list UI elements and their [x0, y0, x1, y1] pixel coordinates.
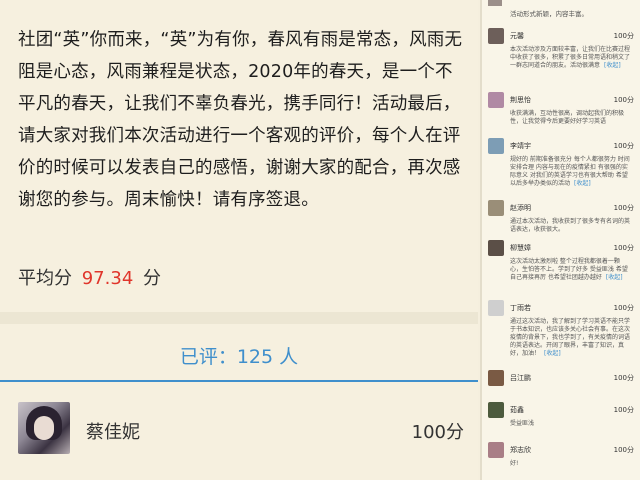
- review-score: 100分: [613, 406, 634, 414]
- review-score: 100分: [613, 96, 634, 104]
- reviewer-name: 元馨: [510, 32, 524, 40]
- average-score-value: 97.34: [81, 268, 134, 289]
- review-list-panel[interactable]: 活动形式新颖，内容丰富。 元馨 100分 本次活动涉及方面较丰富，让我们在比赛过…: [480, 0, 640, 480]
- avatar: [488, 138, 504, 154]
- review-score: 100分: [411, 422, 464, 443]
- reviewer-name: 郑志欣: [510, 446, 531, 454]
- activity-summary-panel: 社团“英”你而来，“英”为有你，春风有雨是常态，风雨无阻是心态，风雨兼程是状态，…: [0, 0, 478, 480]
- review-score: 100分: [613, 374, 634, 382]
- collapse-link[interactable]: [收起]: [544, 350, 561, 357]
- avatar: [488, 200, 504, 216]
- review-text: 活动形式新颖，内容丰富。: [510, 10, 588, 18]
- avatar: [488, 240, 504, 256]
- review-score: 100分: [613, 142, 634, 150]
- review-text: 规好的 前期准备很充分 每个人都很努力 时间安排合理 内容与现在的疫情紧扣 有很…: [510, 156, 630, 187]
- average-label: 平均分: [18, 268, 72, 289]
- review-text: 好!: [510, 460, 519, 467]
- reviewer-name: 柳慧嫜: [510, 244, 531, 252]
- review-score: 100分: [613, 244, 634, 252]
- reviewer-name: 赵添明: [510, 204, 531, 212]
- review-score: 100分: [613, 32, 634, 40]
- review-list-item[interactable]: 蔡佳妮 100分: [0, 396, 478, 466]
- reviewer-name: 蔡佳妮: [86, 422, 140, 443]
- review-text: 受益匪浅: [510, 420, 535, 427]
- reviewer-name: 吕江鹏: [510, 374, 531, 382]
- collapse-link[interactable]: [收起]: [604, 62, 621, 69]
- average-unit: 分: [143, 268, 161, 289]
- avatar: [18, 402, 70, 454]
- avatar: [488, 442, 504, 458]
- review-text: 通过这次活动，我了解到了学习英语不能只学于书本知识，也应该多关心社会有事。在这次…: [510, 318, 631, 357]
- avatar: [488, 92, 504, 108]
- reviewer-name: 李靖宇: [510, 142, 531, 150]
- collapse-link[interactable]: [收起]: [574, 180, 591, 187]
- reviewer-name: 荆思怡: [510, 96, 531, 104]
- reviewer-name: 丁雨若: [510, 304, 531, 312]
- avatar: [488, 300, 504, 316]
- avatar: [488, 370, 504, 386]
- average-score: 平均分 97.34 分: [18, 264, 161, 290]
- review-text: 这次活动太激烈啦 整个过程我都很着一颗心，生怕答不上。学到了好多 受益匪浅 希望…: [510, 258, 628, 281]
- avatar: [488, 28, 504, 44]
- review-text: 收获满满，互动性很高，调动起我们的积极性，让我觉得今后更要好好学习英语: [510, 110, 625, 125]
- review-score: 100分: [613, 304, 634, 312]
- section-divider: [0, 312, 478, 324]
- review-text: 通过本次活动，我收获到了很多专有名词的英语表达，收获很大。: [510, 218, 631, 233]
- avatar: [488, 0, 502, 6]
- rated-count-tab[interactable]: 已评：125 人: [0, 342, 478, 369]
- collapse-link[interactable]: [收起]: [606, 274, 623, 281]
- review-score: 100分: [613, 446, 634, 454]
- summary-text: 社团“英”你而来，“英”为有你，春风有雨是常态，风雨无阻是心态，风雨兼程是状态，…: [18, 30, 463, 210]
- review-score: 100分: [613, 204, 634, 212]
- avatar: [488, 402, 504, 418]
- review-text: 本次活动涉及方面较丰富，让我们在比赛过程中收获了很多，积累了很多日常用语和稍文了…: [510, 46, 631, 69]
- tab-underline: [0, 380, 478, 382]
- reviewer-name: 茹鑫: [510, 406, 524, 414]
